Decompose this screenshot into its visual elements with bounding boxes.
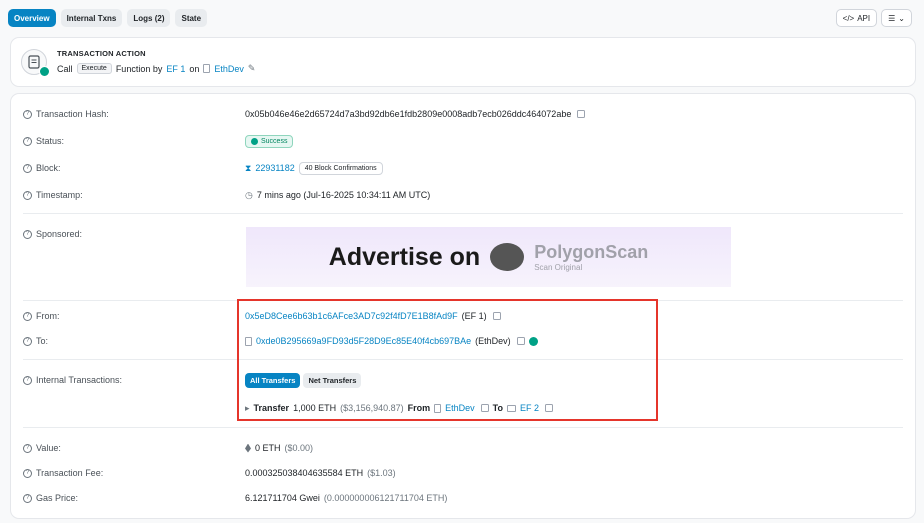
- value-eth: 0 ETH: [255, 443, 281, 453]
- divider: [23, 427, 903, 428]
- api-label: API: [857, 13, 871, 23]
- list-icon: ☰: [888, 13, 896, 23]
- clock-icon: ◷: [245, 189, 253, 200]
- highlight-box: [237, 299, 658, 421]
- internal-label: Internal Transactions:: [36, 375, 123, 385]
- status-value: Success: [261, 137, 288, 145]
- timestamp-value: 7 mins ago (Jul-16-2025 10:34:11 AM UTC): [256, 190, 431, 200]
- polygonscan-logo-icon: [490, 243, 525, 271]
- gas-label: Gas Price:: [36, 493, 79, 503]
- value-label: Value:: [36, 443, 61, 453]
- row-hash: ? Transaction Hash: 0x05b046e46e2d65724d7…: [23, 107, 903, 121]
- transaction-action-card: TRANSACTION ACTION Call Execute Function…: [10, 37, 916, 87]
- help-icon[interactable]: ?: [23, 136, 32, 146]
- contract-link[interactable]: EthDev: [214, 64, 244, 74]
- row-fee: ? Transaction Fee: 0.000325038404635584 E…: [23, 466, 903, 480]
- gas-eth: (0.000000006121711704 ETH): [323, 493, 448, 503]
- help-icon[interactable]: ?: [23, 109, 32, 119]
- contract-icon: [203, 64, 211, 73]
- row-block: ? Block: ⧗ 22931182 40 Block Confirmations: [23, 161, 903, 175]
- tab-state[interactable]: State: [175, 9, 208, 27]
- fee-label: Transaction Fee:: [36, 468, 104, 478]
- row-status: ? Status: Success: [23, 134, 903, 148]
- ad-brand-sub: Scan Original: [534, 263, 583, 272]
- fee-eth: 0.000325038404635584 ETH: [245, 468, 364, 478]
- ad-brand: PolygonScan Scan Original: [534, 242, 648, 272]
- gas-gwei: 6.121711704 Gwei: [245, 493, 320, 503]
- block-link[interactable]: 22931182: [255, 163, 294, 173]
- help-icon[interactable]: ?: [23, 493, 32, 503]
- from-label: From:: [36, 311, 60, 321]
- tab-logs[interactable]: Logs (2): [127, 9, 171, 27]
- check-circle-icon: [251, 137, 258, 145]
- hash-label: Transaction Hash:: [36, 109, 109, 119]
- copy-icon[interactable]: [577, 110, 586, 118]
- transaction-action-line: Call Execute Function by EF 1 on EthDev …: [57, 63, 255, 74]
- chevron-down-icon: ⌄: [898, 13, 905, 23]
- list-options-button[interactable]: ☰ ⌄: [881, 9, 912, 27]
- help-icon[interactable]: ?: [23, 375, 32, 385]
- ad-text: Advertise on: [328, 242, 481, 271]
- help-icon[interactable]: ?: [23, 443, 32, 453]
- block-label: Block:: [36, 163, 61, 173]
- code-icon: </>: [842, 13, 855, 23]
- status-badge: Success: [245, 134, 294, 148]
- call-text: Call: [57, 63, 73, 74]
- confirmations-badge: 40 Block Confirmations: [298, 161, 383, 175]
- tab-bar: Overview Internal Txns Logs (2) State: [8, 9, 208, 27]
- row-timestamp: ? Timestamp: ◷ 7 mins ago (Jul-16-2025 10:…: [23, 188, 903, 202]
- edit-icon[interactable]: ✎: [248, 63, 256, 74]
- ad-brand-name: PolygonScan: [534, 242, 649, 262]
- divider: [23, 213, 903, 214]
- tab-overview[interactable]: Overview: [8, 9, 56, 27]
- method-badge: Execute: [76, 63, 112, 74]
- help-icon[interactable]: ?: [23, 336, 32, 346]
- transaction-action-title: TRANSACTION ACTION: [57, 49, 146, 58]
- help-icon[interactable]: ?: [23, 229, 32, 239]
- help-icon[interactable]: ?: [23, 311, 32, 321]
- hash-value: 0x05b046e46e2d65724d7a3bd92db6e1fdb2809e…: [245, 109, 572, 119]
- row-gas-price: ? Gas Price: 6.121711704 Gwei (0.000000006…: [23, 491, 903, 505]
- to-label: To:: [36, 336, 49, 346]
- help-icon[interactable]: ?: [23, 190, 32, 200]
- ethereum-icon: [245, 443, 251, 453]
- sponsored-banner[interactable]: Advertise on PolygonScan Scan Original: [246, 227, 731, 287]
- function-by-text: Function by: [115, 63, 163, 74]
- timestamp-label: Timestamp:: [36, 190, 83, 200]
- row-value: ? Value: 0 ETH ($0.00): [23, 441, 903, 455]
- tab-internal-txns[interactable]: Internal Txns: [60, 9, 123, 27]
- fee-usd: ($1.03): [367, 468, 396, 478]
- top-right-tools: </> API ☰ ⌄: [835, 9, 912, 27]
- from-name-link[interactable]: EF 1: [166, 64, 185, 74]
- help-icon[interactable]: ?: [23, 468, 32, 478]
- api-button[interactable]: </> API: [835, 9, 878, 27]
- sponsored-label: Sponsored:: [36, 229, 83, 239]
- value-usd: ($0.00): [284, 443, 314, 453]
- help-icon[interactable]: ?: [23, 163, 32, 173]
- status-label: Status:: [36, 136, 65, 146]
- on-text: on: [189, 63, 200, 74]
- hourglass-icon: ⧗: [245, 162, 252, 173]
- status-badge-icon: [39, 66, 50, 77]
